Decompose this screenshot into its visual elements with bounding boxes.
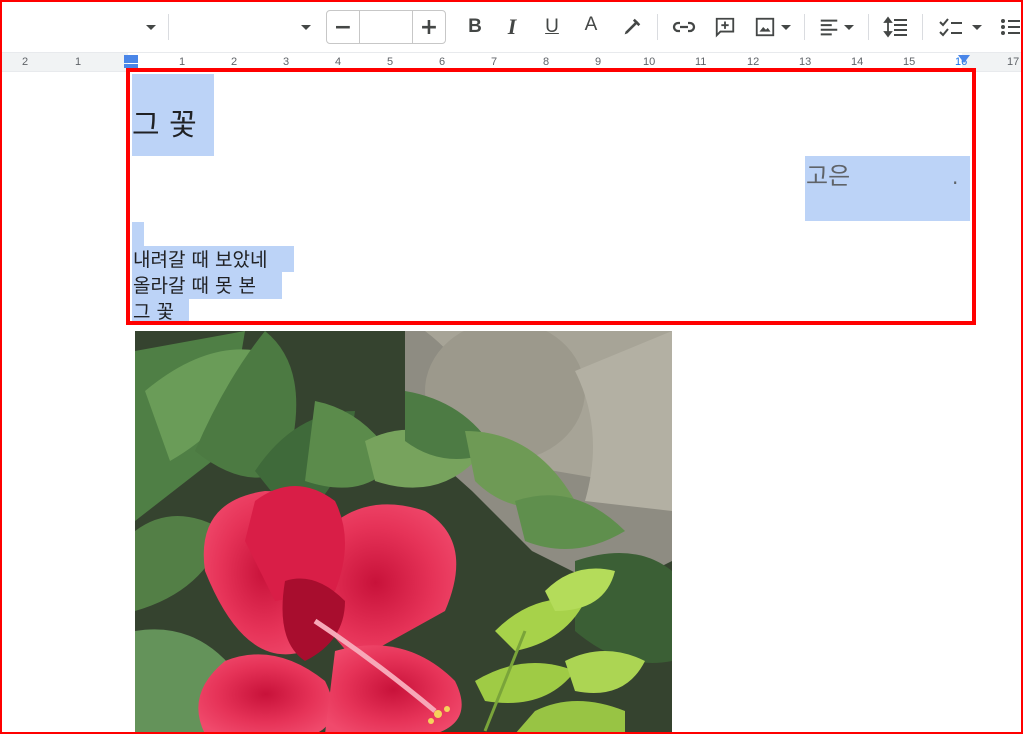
italic-button[interactable]: I bbox=[497, 12, 527, 42]
toolbar-divider bbox=[922, 14, 923, 40]
ruler-tick: 12 bbox=[747, 56, 760, 68]
chevron-down-icon bbox=[146, 24, 156, 30]
align-dropdown[interactable] bbox=[814, 14, 858, 40]
checklist-dropdown[interactable] bbox=[932, 14, 987, 40]
text-color-button[interactable]: A bbox=[576, 10, 606, 40]
ruler-tick: 3 bbox=[283, 56, 290, 68]
underline-button[interactable]: U bbox=[537, 12, 567, 42]
ruler-tick: 1 bbox=[179, 56, 186, 68]
highlight-color-button[interactable] bbox=[618, 14, 646, 40]
ruler-tick: 11 bbox=[695, 56, 707, 68]
ruler-tick: 17 bbox=[1007, 56, 1020, 68]
font-size-input[interactable] bbox=[359, 11, 413, 43]
poem-title[interactable]: 그 꽃 bbox=[132, 100, 197, 144]
bulleted-list-icon bbox=[1001, 19, 1020, 35]
toolbar-divider bbox=[868, 14, 869, 40]
chevron-down-icon bbox=[844, 24, 854, 30]
ruler-tick: 8 bbox=[543, 56, 550, 68]
chevron-down-icon bbox=[780, 24, 791, 30]
selection-highlight bbox=[132, 222, 144, 246]
increase-font-size-button[interactable]: + bbox=[413, 11, 445, 43]
ruler-tick: 9 bbox=[595, 56, 602, 68]
chevron-down-icon bbox=[971, 24, 982, 30]
insert-image-button[interactable] bbox=[748, 14, 796, 40]
add-comment-button[interactable] bbox=[710, 14, 740, 40]
toolbar-divider bbox=[804, 14, 805, 40]
formatting-toolbar: − + B I U A bbox=[2, 2, 1021, 52]
ruler-left-margin bbox=[2, 53, 128, 71]
bold-button[interactable]: B bbox=[460, 12, 490, 42]
paragraph-style-dropdown[interactable] bbox=[12, 12, 162, 42]
ruler-tick: 5 bbox=[387, 56, 394, 68]
ruler-tick: 7 bbox=[491, 56, 498, 68]
chevron-down-icon bbox=[301, 24, 311, 30]
horizontal-ruler[interactable]: 2 1 1 2 3 4 5 6 7 8 9 10 11 12 13 14 15 … bbox=[2, 52, 1021, 72]
ruler-tick: 13 bbox=[799, 56, 812, 68]
ruler-tick: 10 bbox=[643, 56, 656, 68]
ruler-tick: 15 bbox=[903, 56, 916, 68]
toolbar-divider bbox=[168, 14, 169, 40]
ruler-tick: 6 bbox=[439, 56, 446, 68]
poem-line[interactable]: 그 꽃 bbox=[133, 299, 174, 325]
toolbar-divider bbox=[657, 14, 658, 40]
font-size-control: − + bbox=[326, 10, 446, 44]
ruler-tick: 2 bbox=[22, 56, 29, 68]
bulleted-list-button[interactable] bbox=[997, 14, 1021, 40]
left-indent-handle[interactable] bbox=[124, 64, 138, 68]
align-left-icon bbox=[820, 19, 838, 36]
flower-image bbox=[135, 331, 672, 734]
highlighter-icon bbox=[624, 18, 641, 35]
first-line-indent-handle[interactable] bbox=[124, 55, 138, 63]
hibiscus-photo[interactable] bbox=[135, 331, 672, 734]
poem-line[interactable]: 내려갈 때 보았네 bbox=[133, 247, 267, 273]
font-family-dropdown[interactable] bbox=[172, 12, 317, 42]
link-icon bbox=[672, 21, 696, 33]
ruler-tick: 1 bbox=[75, 56, 82, 68]
ruler-tick: 4 bbox=[335, 56, 342, 68]
ruler-tick: 2 bbox=[231, 56, 238, 68]
insert-link-button[interactable] bbox=[669, 14, 699, 40]
trailing-period[interactable]: . bbox=[952, 165, 958, 189]
decrease-font-size-button[interactable]: − bbox=[327, 11, 359, 43]
poem-author[interactable]: 고은 bbox=[806, 156, 850, 191]
checklist-icon bbox=[938, 18, 962, 37]
line-spacing-button[interactable] bbox=[879, 14, 913, 40]
line-spacing-icon bbox=[883, 16, 907, 38]
ruler-tick: 14 bbox=[851, 56, 864, 68]
comment-add-icon bbox=[715, 17, 735, 38]
poem-line[interactable]: 올라갈 때 못 본 bbox=[133, 273, 256, 299]
image-icon bbox=[755, 17, 774, 37]
